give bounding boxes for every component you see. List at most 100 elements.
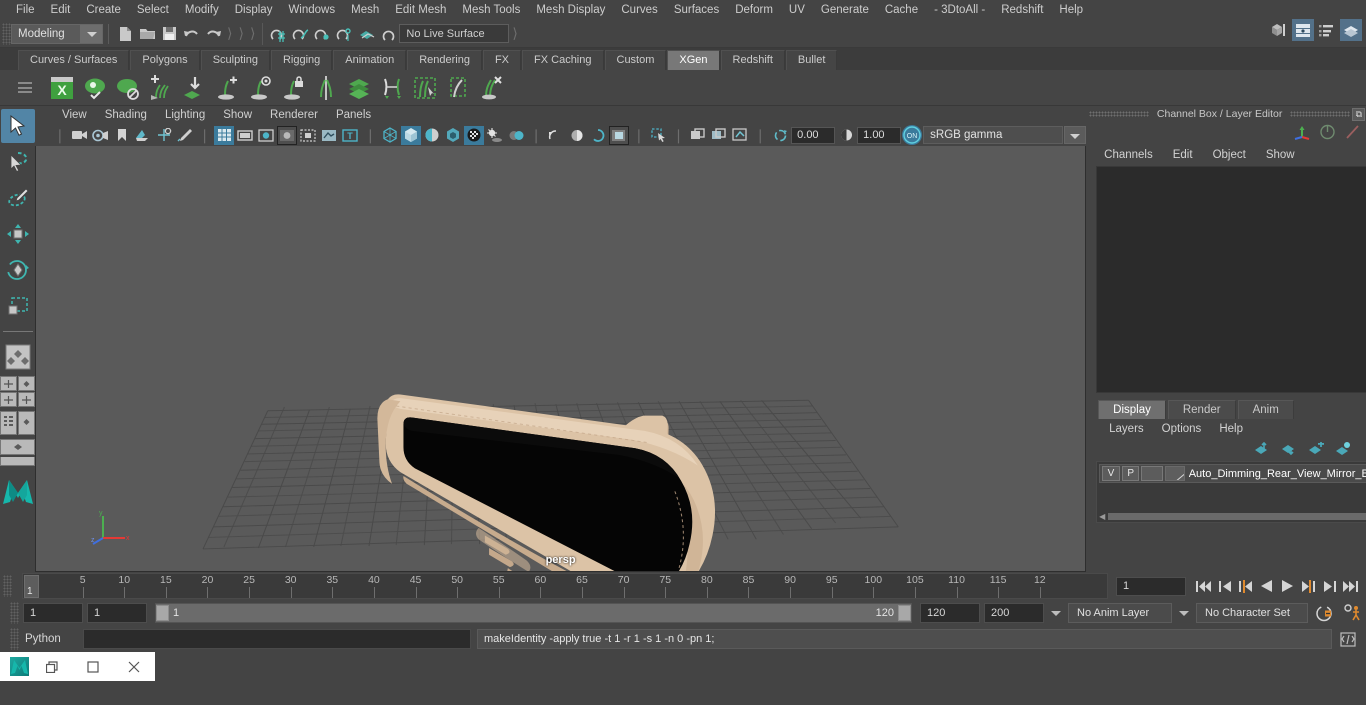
shadows-icon[interactable]	[485, 126, 505, 145]
select-by-object-icon[interactable]: ⟩	[235, 25, 246, 42]
close-icon[interactable]	[114, 652, 155, 681]
viewport-menu-show[interactable]: Show	[214, 109, 261, 121]
layer-playback-toggle[interactable]: P	[1121, 466, 1140, 481]
multisample-icon[interactable]	[567, 126, 587, 145]
step-forward-keyframe-icon[interactable]	[1320, 576, 1339, 596]
play-forwards-icon[interactable]	[1278, 576, 1297, 596]
script-editor-icon[interactable]	[1338, 629, 1358, 649]
gate-mask-icon[interactable]	[277, 125, 298, 145]
shelf-tab-xgen[interactable]: XGen	[667, 50, 720, 70]
animation-start-field[interactable]: 1	[23, 603, 83, 623]
3d-viewport[interactable]: y x z persp	[35, 146, 1087, 572]
go-to-start-icon[interactable]	[1194, 576, 1213, 596]
xray-icon[interactable]	[688, 126, 708, 145]
restore-icon[interactable]	[31, 652, 72, 681]
layer-menu-options[interactable]: Options	[1153, 423, 1211, 435]
menu-item-mesh-tools[interactable]: Mesh Tools	[454, 0, 528, 20]
xray-active-components-icon[interactable]	[709, 126, 729, 145]
isolate-select-icon[interactable]	[608, 125, 629, 145]
select-camera-icon[interactable]	[70, 126, 90, 145]
move-layer-down-icon[interactable]	[1280, 442, 1297, 459]
panel-grip[interactable]	[1088, 111, 1149, 117]
smooth-shade-all-icon[interactable]	[401, 125, 422, 145]
auto-key-icon[interactable]	[1312, 605, 1336, 622]
shelf-tab-animation[interactable]: Animation	[333, 50, 407, 70]
attribute-editor-icon[interactable]	[1292, 19, 1314, 41]
shelf-tab-fx[interactable]: FX	[482, 50, 522, 70]
xray-joints-icon[interactable]	[319, 126, 339, 145]
menu-item-display[interactable]: Display	[227, 0, 281, 20]
shelf-tab-rigging[interactable]: Rigging	[270, 50, 333, 70]
chevron-down-icon-2[interactable]	[1176, 603, 1192, 623]
channel-menu-channels[interactable]: Channels	[1094, 149, 1163, 161]
menu-item-mesh[interactable]: Mesh	[343, 0, 387, 20]
select-tool[interactable]	[0, 109, 35, 143]
texture-toggle-icon[interactable]: T	[340, 126, 360, 145]
viewport-menu-shading[interactable]: Shading	[96, 109, 156, 121]
guide-link-icon[interactable]	[376, 72, 408, 104]
channel-box-icon[interactable]	[1340, 19, 1362, 41]
layer-list-scrollbar[interactable]: ◀ ▶	[1099, 512, 1366, 521]
viewport-menu-view[interactable]: View	[53, 109, 96, 121]
bookmark-icon[interactable]	[112, 126, 132, 145]
wireframe-shade-icon[interactable]	[380, 126, 400, 145]
depth-peeling-icon[interactable]	[588, 126, 608, 145]
chevron-down-icon[interactable]	[1064, 126, 1087, 144]
viewport-menu-lighting[interactable]: Lighting	[156, 109, 214, 121]
density-map-icon[interactable]	[343, 72, 375, 104]
layer-menu-layers[interactable]: Layers	[1100, 423, 1153, 435]
create-layer-from-selected-icon[interactable]	[1334, 441, 1351, 459]
xgen-editor-icon[interactable]: X	[46, 72, 78, 104]
playback-end-field[interactable]: 120	[920, 603, 980, 623]
live-surface-field[interactable]: No Live Surface	[399, 24, 510, 43]
history-toggle-icon[interactable]: ⟩	[509, 25, 520, 42]
import-description-icon[interactable]	[178, 72, 210, 104]
rotate-tool[interactable]	[1, 253, 35, 287]
add-collection-icon[interactable]	[145, 72, 177, 104]
edit-mode-icon[interactable]	[1344, 124, 1361, 143]
disable-preview-icon[interactable]	[112, 72, 144, 104]
command-input[interactable]	[83, 629, 471, 649]
menu-item-surfaces[interactable]: Surfaces	[666, 0, 727, 20]
outliner-persp-layout[interactable]	[0, 411, 17, 435]
new-scene-icon[interactable]	[114, 23, 136, 45]
shelf-tab-redshift[interactable]: Redshift	[720, 50, 785, 70]
create-empty-layer-icon[interactable]	[1307, 440, 1325, 459]
anim-layer-selector[interactable]: No Anim Layer	[1068, 603, 1172, 623]
paint-select-tool[interactable]	[1, 181, 35, 215]
menu-item-help[interactable]: Help	[1051, 0, 1091, 20]
menu-item-windows[interactable]: Windows	[280, 0, 343, 20]
maya-app-icon[interactable]	[10, 657, 31, 676]
film-gate-icon[interactable]	[235, 126, 255, 145]
snap-to-projected-center-icon[interactable]	[333, 23, 355, 45]
color-management-icon[interactable]: ON	[902, 125, 923, 145]
menu-item-cache[interactable]: Cache	[877, 0, 926, 20]
range-right-handle[interactable]	[898, 605, 911, 621]
time-slider[interactable]: 1 5 10 15 20 25 30 35 40 45 50 55 60 65 70 75 80 85 90 95 1…	[22, 573, 1108, 599]
mirror-description-icon[interactable]	[310, 72, 342, 104]
snap-to-point-icon[interactable]	[311, 23, 333, 45]
move-tool[interactable]	[1, 217, 35, 251]
menu-item-edit[interactable]: Edit	[43, 0, 79, 20]
panel-grip-right[interactable]	[1290, 111, 1351, 117]
make-live-icon[interactable]	[377, 23, 399, 45]
persp-graph-editor-layout[interactable]	[0, 439, 35, 455]
layer-tab-anim[interactable]: Anim	[1237, 400, 1294, 419]
preview-description-icon[interactable]	[244, 72, 276, 104]
scale-tool[interactable]	[1, 289, 35, 323]
gamma-icon[interactable]	[836, 126, 856, 145]
tool-settings-icon[interactable]	[1316, 19, 1338, 41]
layer-shading-toggle[interactable]	[1141, 466, 1164, 481]
add-description-icon[interactable]	[211, 72, 243, 104]
use-all-lights-icon[interactable]	[464, 125, 485, 145]
character-set-selector[interactable]: No Character Set	[1196, 603, 1308, 623]
undo-icon[interactable]	[180, 23, 202, 45]
shelf-tab-custom[interactable]: Custom	[604, 50, 667, 70]
modeling-toolkit-icon[interactable]	[1268, 19, 1290, 41]
playback-start-field[interactable]: 1	[87, 603, 147, 623]
gamma-field[interactable]: 1.00	[857, 126, 902, 144]
layer-tab-display[interactable]: Display	[1098, 400, 1166, 419]
menu-item-file[interactable]: File	[8, 0, 43, 20]
shelf-tab-polygons[interactable]: Polygons	[130, 50, 200, 70]
image-plane-icon[interactable]	[133, 126, 153, 145]
